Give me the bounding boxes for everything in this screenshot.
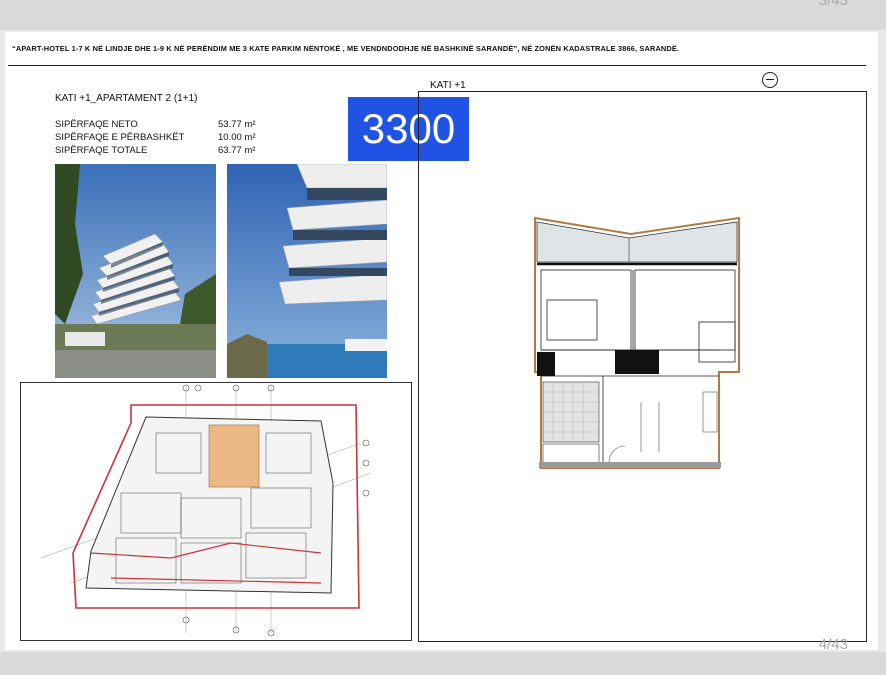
floor-plan-frame bbox=[418, 91, 867, 642]
document-header: “APART-HOTEL 1-7 K NË LINDJE DHE 1-9 K N… bbox=[12, 44, 680, 53]
header-rule bbox=[8, 65, 866, 66]
bottom-bar: 4/43 bbox=[0, 636, 886, 675]
facade-closeup-photo bbox=[227, 164, 387, 378]
site-plan-drawing bbox=[20, 382, 412, 641]
page-counter-bottom: 4/43 bbox=[818, 636, 848, 653]
area-row: SIPËRFAQE NETO 53.77 m² bbox=[55, 118, 265, 131]
page-counter-top: 3/43 bbox=[818, 0, 848, 9]
building-render-photo bbox=[55, 164, 216, 378]
apartment-title: KATI +1_APARTAMENT 2 (1+1) bbox=[55, 93, 198, 104]
area-table: SIPËRFAQE NETO 53.77 m² SIPËRFAQE E PËRB… bbox=[55, 118, 265, 157]
area-value: 53.77 m² bbox=[218, 119, 256, 130]
area-row: SIPËRFAQE TOTALE 63.77 m² bbox=[55, 144, 265, 157]
floor-label: KATI +1 bbox=[430, 80, 466, 91]
area-value: 63.77 m² bbox=[218, 145, 256, 156]
north-arrow-icon bbox=[762, 72, 778, 88]
area-row: SIPËRFAQE E PËRBASHKËT 10.00 m² bbox=[55, 131, 265, 144]
area-value: 10.00 m² bbox=[218, 132, 256, 143]
top-bar: 3/43 bbox=[0, 0, 886, 30]
area-label: SIPËRFAQE E PËRBASHKËT bbox=[55, 132, 185, 143]
area-label: SIPËRFAQE TOTALE bbox=[55, 145, 148, 156]
area-label: SIPËRFAQE NETO bbox=[55, 119, 138, 130]
